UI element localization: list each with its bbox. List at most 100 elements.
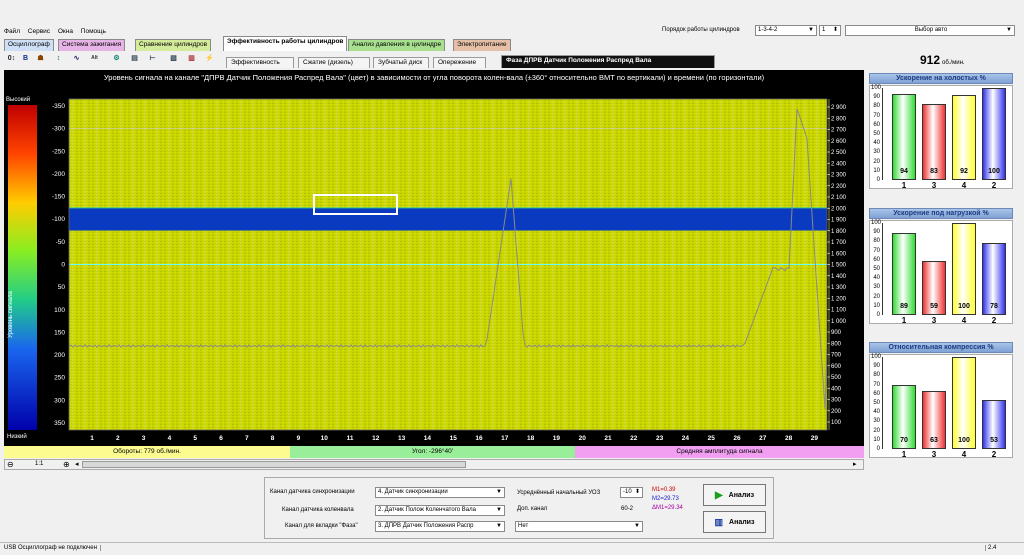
scroll-right-icon[interactable]: ▸ — [853, 460, 857, 468]
zoom-out-icon[interactable]: ⊖ — [7, 460, 14, 469]
settings-gear-icon[interactable]: ⚙ — [110, 54, 123, 63]
scroll-thumb[interactable] — [82, 461, 466, 468]
tab-pressure-analysis[interactable]: Анализ давления в цилиндре — [348, 39, 446, 51]
status-rpm: Обороты: 779 об./мин. — [4, 446, 290, 458]
uoz-stepper[interactable]: -10 ⬍ — [620, 487, 643, 498]
cursor-icon[interactable]: ⊢ — [146, 54, 159, 63]
signal-band — [69, 207, 827, 231]
r-tick-label: 1 100 — [831, 308, 847, 314]
menu-bar: Файл Сервис Окна Помощь — [4, 28, 112, 35]
analyze-button-label: Анализ — [728, 491, 755, 499]
tab-cylinder-efficiency[interactable]: Эффективность работы цилиндров — [223, 36, 348, 51]
probe-icon[interactable]: ☗ — [34, 54, 47, 63]
menu-help[interactable]: Помощь — [81, 28, 106, 35]
x-tick-label: 6 — [219, 435, 223, 442]
analyze-bars-button-label: Анализ — [729, 518, 755, 526]
r-tick-label: 800 — [831, 341, 842, 347]
x-tick-label: 7 — [245, 435, 249, 442]
axis-tick-label: 0 — [876, 446, 880, 452]
vertical-scale-icon[interactable]: ↕ — [52, 54, 65, 63]
cylinder-order-value: 1-3-4-2 — [758, 27, 778, 33]
axis-tick-label: 30 — [873, 149, 880, 156]
y-tick-label: -250 — [52, 148, 65, 155]
chevron-down-icon: ▼ — [1006, 27, 1012, 33]
bold-b-icon[interactable]: B — [19, 54, 32, 63]
tab-power-supply[interactable]: Электропитание — [453, 39, 511, 51]
y-tick-label: 350 — [54, 420, 65, 427]
car-select[interactable]: Выбор авто ▼ — [845, 25, 1015, 36]
bar-panel: 100 90 80 70 60 50 40 30 20 10 0 70 1 63 3 100 4 53 2 — [869, 354, 1013, 459]
cylinder-label: 2 — [991, 450, 997, 459]
axis-tick-label: 70 — [873, 247, 880, 254]
r-tick-label: 1 800 — [831, 229, 847, 235]
scroll-left-icon[interactable]: ◂ — [75, 460, 79, 468]
axis-tick-label: 50 — [873, 131, 880, 137]
bar-value-label: 100 — [958, 437, 970, 444]
phase-channel-select[interactable]: 3. ДПРВ Датчик Положения Распр ▼ — [375, 521, 505, 532]
tab-ignition[interactable]: Система зажигания — [58, 39, 126, 51]
cylinder-label: 1 — [901, 181, 907, 190]
extra-channel-value: 60-2 — [621, 506, 634, 512]
analyze-button[interactable]: ▶ Анализ — [703, 484, 766, 506]
cylinder-label: 3 — [931, 181, 937, 190]
y-tick-label: -300 — [52, 126, 65, 133]
r-tick-label: 300 — [831, 398, 842, 404]
axis-tick-label: 40 — [873, 409, 880, 416]
x-tick-label: 20 — [579, 435, 587, 442]
zero-scale-icon[interactable]: 0↕ — [5, 54, 18, 63]
heatmap-panel: Уровень сигнала на канале "ДПРВ Датчик П… — [4, 70, 864, 458]
panel-compression-title: Относительная компрессия % — [869, 342, 1013, 353]
r-tick-label: 2 900 — [831, 105, 847, 111]
axis-tick-label: 20 — [873, 427, 880, 434]
axis-tick-label: 50 — [873, 266, 880, 272]
subtab-camshaft-phase[interactable]: Фаза ДПРВ Датчик Положения Распред Вала — [501, 55, 715, 68]
menu-file[interactable]: Файл — [4, 28, 20, 35]
axis-tick-label: 60 — [873, 256, 880, 263]
subtab-advance[interactable]: Опережение — [433, 57, 486, 68]
tab-oscilloscope[interactable]: Осциллограф — [4, 39, 54, 51]
bar-cyl-1 — [892, 93, 916, 180]
x-tick-label: 28 — [785, 435, 793, 442]
x-tick-label: 22 — [630, 435, 638, 442]
r-tick-label: 1 700 — [831, 240, 847, 246]
cylinder-order-select[interactable]: 1-3-4-2 ▼ — [755, 25, 817, 36]
wave-icon[interactable]: ∿ — [70, 54, 83, 63]
car-select-label: Выбор авто — [914, 27, 948, 33]
filter-icon[interactable]: ⚡ — [203, 54, 216, 63]
y-tick-label: -100 — [52, 216, 65, 223]
axis-tick-label: 0 — [876, 312, 880, 318]
tab-cylinder-compare[interactable]: Сравнение цилиндров — [135, 39, 212, 51]
axis-tick-label: 100 — [871, 85, 882, 91]
status-angle: Угол: -296°40' — [290, 446, 575, 458]
menu-service[interactable]: Сервис — [28, 28, 50, 35]
r-tick-label: 1 600 — [831, 251, 847, 257]
x-tick-label: 4 — [168, 435, 172, 442]
subtab-efficiency[interactable]: Эффективность — [226, 57, 294, 68]
r-tick-label: 500 — [831, 375, 842, 381]
x-tick-label: 10 — [321, 435, 329, 442]
zoom-in-icon[interactable]: ⊕ — [63, 460, 70, 469]
subtab-toothed-disk[interactable]: Зубчатый диск — [373, 57, 429, 68]
grid-icon[interactable]: ▤ — [128, 54, 141, 63]
bars-icon[interactable]: ▥ — [185, 54, 198, 63]
axis-tick-label: 100 — [871, 220, 882, 226]
extra-channel-select-value: Нет — [518, 523, 529, 529]
extra-channel-select[interactable]: Нет ▼ — [515, 521, 643, 532]
subtab-compression-diesel[interactable]: Сжатие (дизель) — [298, 57, 370, 68]
axis-tick-label: 30 — [873, 418, 880, 425]
r-tick-label: 1 000 — [831, 319, 847, 325]
r-tick-label: 2 100 — [831, 195, 847, 201]
bar-value-label: 78 — [990, 303, 998, 310]
crank-channel-select[interactable]: 2. Датчик Полож Коленчатого Вала ▼ — [375, 505, 505, 516]
bar-value-label: 83 — [930, 168, 938, 175]
menu-windows[interactable]: Окна — [58, 28, 73, 35]
bar-axis — [882, 223, 883, 315]
analyze-bars-button[interactable]: ▥ Анализ — [703, 511, 766, 533]
bar-cyl-4 — [952, 357, 976, 449]
table-icon[interactable]: ▧ — [167, 54, 180, 63]
bar-value-label: 70 — [900, 437, 908, 444]
axis-tick-label: 50 — [873, 400, 880, 406]
sync-channel-select[interactable]: 4. Датчик синхронизации ▼ — [375, 487, 505, 498]
cylinder-stepper[interactable]: 1 ⬍ — [819, 25, 841, 36]
alt-icon[interactable]: Alt — [88, 54, 101, 63]
